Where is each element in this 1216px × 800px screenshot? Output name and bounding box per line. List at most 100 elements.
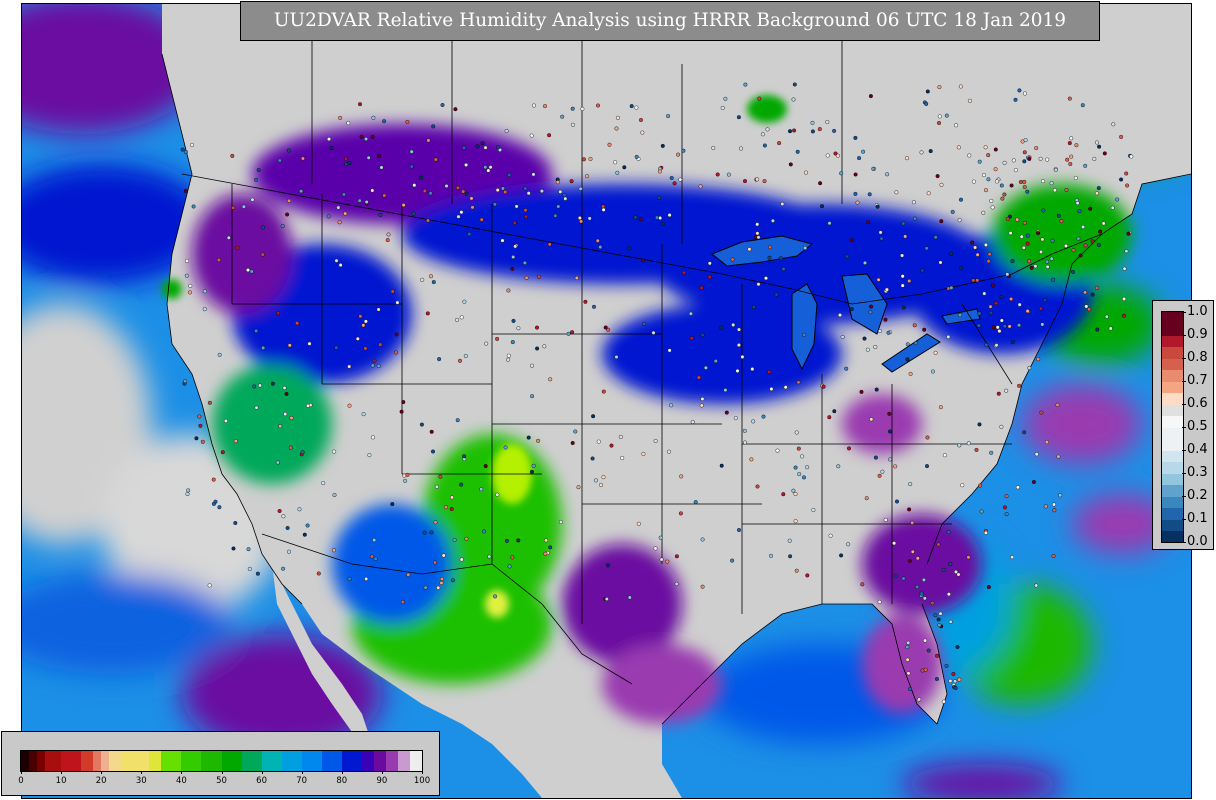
station-dot — [558, 520, 563, 525]
station-dot — [512, 220, 517, 225]
station-dot — [1039, 410, 1044, 415]
station-dot — [463, 354, 468, 359]
station-dot — [700, 537, 705, 542]
station-dot — [506, 288, 511, 293]
station-dot — [751, 305, 756, 310]
station-dot — [1045, 157, 1050, 162]
station-dot — [797, 472, 802, 477]
station-dot — [887, 411, 892, 416]
station-dot — [483, 464, 488, 469]
station-dot — [288, 445, 293, 450]
station-dot — [613, 160, 618, 165]
station-dot — [883, 517, 888, 522]
station-dot — [295, 321, 300, 326]
station-dot — [885, 172, 890, 177]
humidity-colorbar-band — [201, 751, 222, 771]
station-dot — [923, 638, 928, 643]
station-dot — [246, 547, 251, 552]
station-dot — [1119, 177, 1124, 182]
station-dot — [997, 329, 1002, 334]
station-dot — [285, 526, 290, 531]
station-dot — [1068, 161, 1073, 166]
station-dot — [699, 285, 704, 290]
station-dot — [285, 212, 290, 217]
observation-colorbar: 0.0 0.1 0.2 0.3 0.4 0.5 0.6 0.7 0.8 0.9 1.0 — [1152, 300, 1214, 550]
map-frame — [21, 3, 1192, 799]
station-dot — [343, 211, 348, 216]
station-dot — [983, 530, 988, 535]
station-dot — [703, 365, 708, 370]
station-dot — [1083, 243, 1088, 248]
humidity-colorbar-band — [281, 751, 303, 771]
observation-colorbar-band — [1162, 369, 1183, 382]
station-dot — [347, 403, 352, 408]
station-dot — [930, 369, 935, 374]
station-dot — [458, 358, 463, 363]
station-dot — [513, 244, 518, 249]
station-dot — [570, 106, 575, 111]
station-dot — [832, 128, 837, 133]
station-dot — [999, 294, 1004, 299]
station-dot — [1007, 324, 1012, 329]
station-dot — [990, 283, 995, 288]
observation-colorbar-band — [1162, 346, 1183, 359]
station-dot — [245, 268, 250, 273]
humidity-colorbar-tick-label: 30 — [135, 776, 147, 786]
station-dot — [905, 156, 910, 161]
station-dot — [495, 336, 500, 341]
station-dot — [409, 149, 414, 154]
station-dot — [480, 141, 485, 146]
station-dot — [277, 158, 282, 163]
humidity-colorbar-band — [161, 751, 182, 771]
humidity-colorbar-band — [321, 751, 343, 771]
station-dot — [235, 245, 240, 250]
station-dot — [464, 191, 469, 196]
station-dot — [866, 220, 871, 225]
station-dot — [775, 448, 780, 453]
station-dot — [941, 699, 946, 704]
station-dot — [922, 327, 927, 332]
station-dot — [283, 412, 288, 417]
station-dot — [767, 370, 772, 375]
station-dot — [1034, 452, 1039, 457]
station-dot — [510, 555, 515, 560]
station-dot — [920, 668, 925, 673]
station-dot — [877, 599, 882, 604]
station-dot — [930, 601, 935, 606]
station-dot — [981, 210, 986, 215]
station-dot — [1087, 307, 1092, 312]
station-dot — [805, 573, 810, 578]
station-dot — [975, 252, 980, 257]
station-dot — [833, 151, 838, 156]
station-dot — [370, 363, 375, 368]
station-dot — [431, 124, 436, 129]
station-dot — [373, 556, 378, 561]
station-dot — [1005, 216, 1010, 221]
station-dot — [751, 419, 756, 424]
station-dot — [810, 120, 815, 125]
station-dot — [737, 327, 742, 332]
station-dot — [426, 218, 431, 223]
station-dot — [820, 204, 825, 209]
station-dot — [975, 278, 980, 283]
station-dot — [802, 475, 807, 480]
station-dot — [1078, 253, 1083, 258]
station-dot — [984, 342, 989, 347]
station-dot — [1101, 221, 1106, 226]
station-dot — [603, 325, 608, 330]
station-dot — [278, 424, 283, 429]
station-dot — [386, 232, 391, 237]
station-dot — [523, 186, 528, 191]
station-dot — [876, 277, 881, 282]
station-dot — [869, 304, 874, 309]
station-dot — [529, 133, 534, 138]
station-dot — [810, 129, 815, 134]
station-dot — [547, 133, 552, 138]
station-dot — [211, 501, 216, 506]
station-dot — [395, 300, 400, 305]
station-dot — [901, 221, 906, 226]
station-dot — [1096, 186, 1101, 191]
station-dot — [828, 533, 833, 538]
station-dot — [217, 352, 222, 357]
station-dot — [452, 538, 457, 543]
